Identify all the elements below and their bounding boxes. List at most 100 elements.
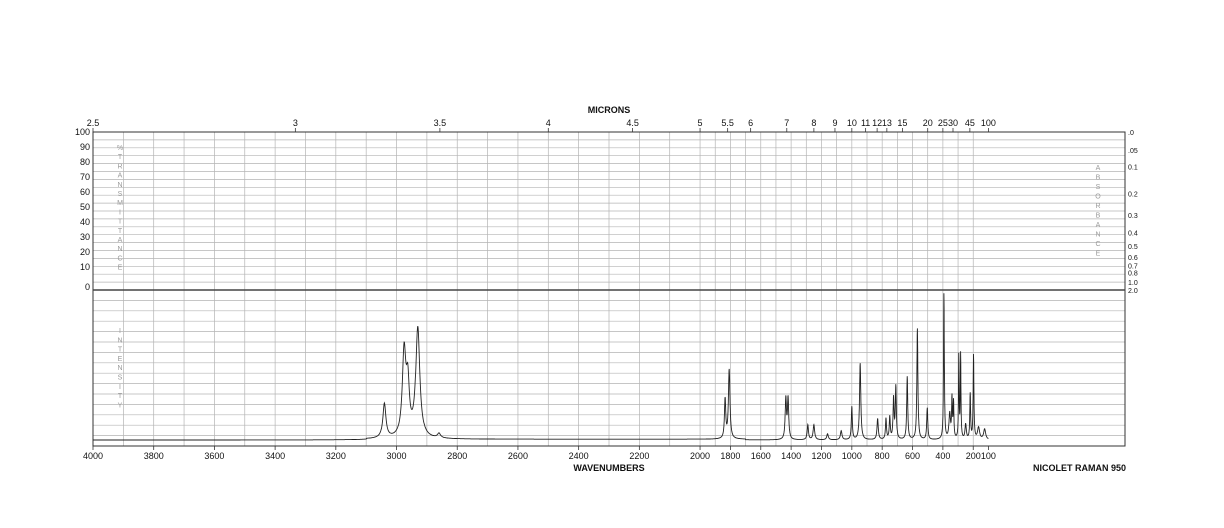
top-tick-label: 45 — [965, 118, 975, 128]
x-tick-label: 3000 — [387, 451, 407, 461]
top-tick-label: 9 — [832, 118, 837, 128]
absorbance-letter: O — [1095, 194, 1101, 201]
x-tick-label: 600 — [905, 451, 920, 461]
right-tick-label: 0.6 — [1128, 255, 1138, 262]
right-tick-label: 1.0 — [1128, 280, 1138, 287]
left-tick-label: 0 — [85, 282, 90, 292]
x-tick-label: 1800 — [720, 451, 740, 461]
x-tick-label: 2800 — [447, 451, 467, 461]
top-tick-label: 11 — [861, 118, 870, 128]
right-tick-label: 0.1 — [1128, 164, 1138, 171]
absorbance-letter: R — [1095, 203, 1100, 210]
intensity-letter: T — [118, 393, 123, 400]
left-tick-label: 50 — [80, 202, 90, 212]
transmittance-letter: R — [117, 163, 122, 170]
intensity-letter: E — [118, 356, 123, 363]
x-tick-label: 3800 — [144, 451, 164, 461]
top-tick-label: 13 — [882, 118, 892, 128]
top-tick-label: 15 — [897, 118, 907, 128]
x-tick-label: 200 — [966, 451, 981, 461]
right-tick-label: 0.2 — [1128, 192, 1138, 199]
intensity-letter: T — [118, 347, 123, 354]
absorbance-letter: E — [1096, 251, 1101, 258]
top-tick-label: 20 — [923, 118, 933, 128]
x-tick-label: 1400 — [781, 451, 801, 461]
right-tick-label: .0 — [1128, 130, 1134, 137]
intensity-letter: N — [117, 337, 122, 344]
absorbance-letter: S — [1096, 184, 1101, 191]
absorbance-letter: B — [1096, 175, 1101, 182]
right-tick-label: 0.4 — [1128, 230, 1138, 237]
x-tick-label: 3600 — [204, 451, 224, 461]
right-tick-label: .05 — [1128, 148, 1138, 155]
top-tick-label: 12 — [872, 118, 882, 128]
top-axis-title: MICRONS — [588, 105, 631, 115]
right-tick-label: 0.3 — [1128, 213, 1138, 220]
x-tick-label: 2400 — [569, 451, 589, 461]
intensity-letter: S — [118, 375, 123, 382]
intensity-letter: I — [119, 328, 121, 335]
top-tick-label: 100 — [981, 118, 996, 128]
absorbance-letter: A — [1096, 165, 1101, 172]
left-tick-label: 80 — [80, 157, 90, 167]
top-tick-label: 25 — [938, 118, 948, 128]
x-tick-label: 4000 — [83, 451, 103, 461]
transmittance-letter: M — [117, 200, 123, 207]
transmittance-letter: T — [118, 219, 123, 226]
top-tick-label: 5.5 — [721, 118, 734, 128]
top-tick-label: 3.5 — [434, 118, 447, 128]
left-tick-label: 60 — [80, 187, 90, 197]
x-tick-label: 2200 — [629, 451, 649, 461]
spectrum-series-line — [93, 293, 989, 441]
intensity-letter: Y — [118, 402, 123, 409]
left-tick-label: 90 — [80, 142, 90, 152]
top-tick-label: 5 — [698, 118, 703, 128]
left-tick-label: 100 — [75, 127, 90, 137]
x-tick-label: 2600 — [508, 451, 528, 461]
intensity-letter: I — [119, 384, 121, 391]
x-tick-label: 1600 — [751, 451, 771, 461]
top-tick-label: 8 — [811, 118, 816, 128]
transmittance-letter: A — [118, 237, 123, 244]
right-tick-label: 2.0 — [1128, 288, 1138, 295]
top-tick-label: 10 — [847, 118, 857, 128]
top-tick-label: 7 — [784, 118, 789, 128]
top-tick-label: 4 — [546, 118, 551, 128]
top-tick-label: 30 — [948, 118, 958, 128]
instrument-label: NICOLET RAMAN 950 — [1033, 463, 1126, 473]
x-tick-label: 2000 — [690, 451, 710, 461]
absorbance-letter: C — [1095, 241, 1100, 248]
left-tick-label: 10 — [80, 262, 90, 272]
left-tick-label: 40 — [80, 217, 90, 227]
left-tick-label: 20 — [80, 247, 90, 257]
top-tick-label: 4.5 — [626, 118, 639, 128]
right-tick-label: 0.8 — [1128, 270, 1138, 277]
top-tick-label: 6 — [748, 118, 753, 128]
raman-spectrum-chart: 4000 3800 3600 3400 3200 3000 2800 2600 2400 2200… — [75, 105, 1138, 473]
transmittance-letter: N — [117, 182, 122, 189]
transmittance-letter: A — [118, 173, 123, 180]
transmittance-letter: C — [117, 255, 122, 262]
x-tick-label: 400 — [935, 451, 950, 461]
absorbance-letter: A — [1096, 222, 1101, 229]
x-tick-label: 800 — [875, 451, 890, 461]
absorbance-letter: B — [1096, 213, 1101, 220]
intensity-letter: N — [117, 365, 122, 372]
transmittance-letter: N — [117, 246, 122, 253]
x-tick-label: 100 — [981, 451, 996, 461]
top-tick-label: 3 — [293, 118, 298, 128]
left-tick-label: 30 — [80, 232, 90, 242]
absorbance-letter: N — [1095, 232, 1100, 239]
transmittance-letter: S — [118, 191, 123, 198]
transmittance-letter: I — [119, 209, 121, 216]
transmittance-letter: E — [118, 265, 123, 272]
transmittance-letter: % — [117, 145, 123, 152]
x-tick-label: 3400 — [265, 451, 285, 461]
x-tick-label: 3200 — [326, 451, 346, 461]
transmittance-letter: T — [118, 228, 123, 235]
transmittance-letter: T — [118, 154, 123, 161]
x-tick-label: 1200 — [811, 451, 831, 461]
x-axis-title: WAVENUMBERS — [573, 463, 644, 473]
right-tick-label: 0.5 — [1128, 244, 1138, 251]
left-tick-label: 70 — [80, 172, 90, 182]
